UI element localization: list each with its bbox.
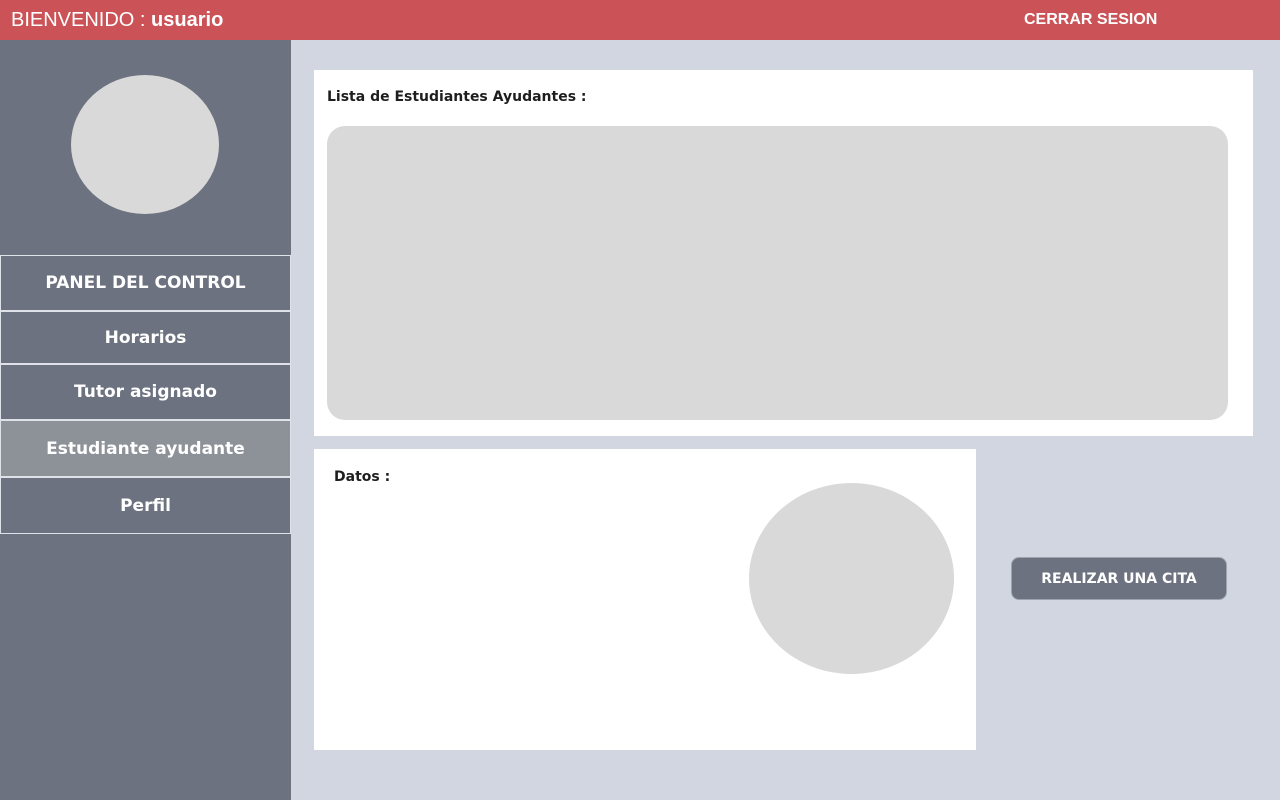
username: usuario <box>151 9 224 31</box>
sidebar-item-tutor-asignado[interactable]: Tutor asignado <box>0 364 291 420</box>
student-list-panel: Lista de Estudiantes Ayudantes : <box>314 70 1253 436</box>
logout-button[interactable]: CERRAR SESION <box>1024 10 1157 30</box>
sidebar-item-horarios[interactable]: Horarios <box>0 311 291 364</box>
welcome-label: BIENVENIDO : <box>11 9 146 31</box>
sidebar-item-perfil[interactable]: Perfil <box>0 477 291 534</box>
student-data-panel: Datos : <box>314 449 976 750</box>
student-list-box[interactable] <box>327 126 1228 420</box>
student-data-title: Datos : <box>334 469 391 485</box>
make-appointment-button[interactable]: REALIZAR UNA CITA <box>1011 557 1227 600</box>
sidebar-item-panel-del-control[interactable]: PANEL DEL CONTROL <box>0 255 291 311</box>
welcome-message: BIENVENIDO : usuario <box>11 8 223 32</box>
student-photo <box>749 483 954 674</box>
sidebar: PANEL DEL CONTROL Horarios Tutor asignad… <box>0 40 291 800</box>
top-header: BIENVENIDO : usuario CERRAR SESION <box>0 0 1280 40</box>
user-avatar <box>71 75 219 214</box>
sidebar-item-estudiante-ayudante[interactable]: Estudiante ayudante <box>0 420 291 477</box>
student-list-title: Lista de Estudiantes Ayudantes : <box>327 89 587 105</box>
